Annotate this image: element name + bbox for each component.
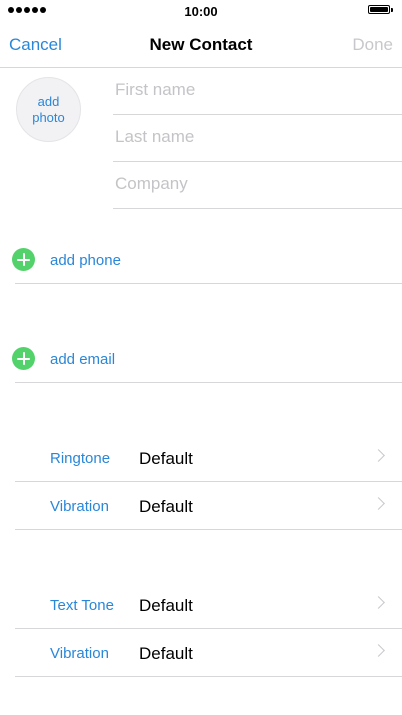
call-vibration-row[interactable]: Vibration Default (15, 482, 402, 530)
done-button[interactable]: Done (352, 35, 393, 55)
ringtone-value: Default (139, 449, 193, 468)
company-field[interactable] (115, 172, 385, 196)
chevron-right-icon (372, 497, 385, 510)
text-vibration-label: Vibration (50, 645, 109, 662)
chevron-right-icon (372, 449, 385, 462)
company-row (113, 162, 402, 209)
ringtone-label: Ringtone (50, 450, 111, 467)
text-tone-row[interactable]: Text Tone Default (15, 581, 402, 629)
text-vibration-row[interactable]: Vibration Default (15, 629, 402, 677)
plus-circle-icon (12, 248, 35, 271)
plus-circle-icon (12, 347, 35, 370)
navigation-bar: Cancel New Contact Done (0, 22, 402, 68)
text-tone-value: Default (139, 596, 193, 615)
add-photo-button[interactable]: add photo (16, 77, 81, 142)
last-name-field[interactable] (115, 125, 385, 149)
battery-cap (391, 8, 393, 12)
chevron-right-icon (372, 596, 385, 609)
add-phone-label: add phone (50, 252, 121, 269)
add-email-row[interactable]: add email (12, 337, 402, 383)
first-name-row (113, 68, 402, 115)
call-vibration-value: Default (139, 497, 193, 516)
status-time: 10:00 (184, 4, 218, 19)
chevron-right-icon (372, 644, 385, 657)
battery-icon (368, 5, 390, 14)
text-vibration-value: Default (139, 644, 193, 663)
first-name-field[interactable] (115, 78, 385, 102)
status-bar: 10:00 (0, 0, 402, 22)
call-vibration-label: Vibration (50, 498, 109, 515)
last-name-row (113, 115, 402, 162)
add-phone-row[interactable]: add phone (12, 238, 402, 284)
text-tone-label: Text Tone (50, 597, 114, 614)
add-photo-label-line1: add (37, 94, 60, 109)
add-photo-label-line2: photo (32, 110, 65, 125)
ringtone-row[interactable]: Ringtone Default (15, 434, 402, 482)
page-title: New Contact (149, 35, 253, 54)
add-email-label: add email (50, 351, 116, 368)
